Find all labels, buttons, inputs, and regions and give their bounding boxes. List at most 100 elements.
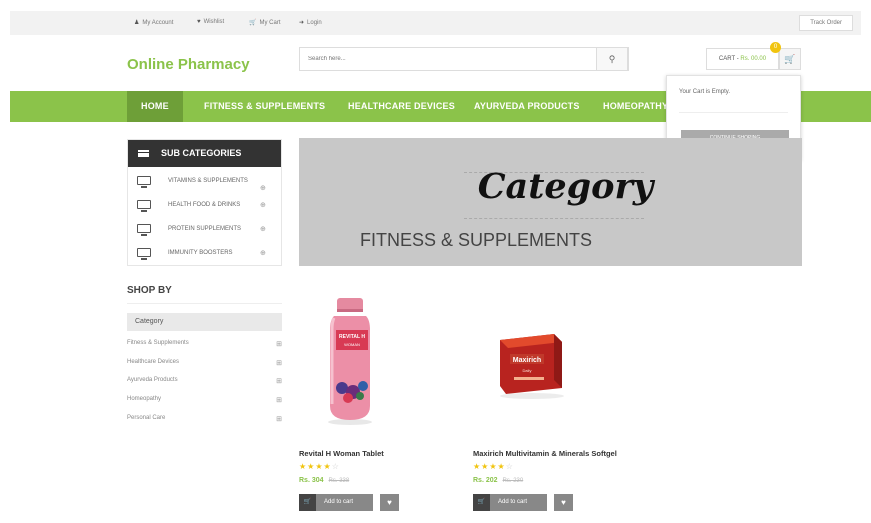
product-rating: ★★★★☆: [299, 462, 340, 471]
price-current: Rs. 202: [473, 477, 498, 484]
star-icon: ★: [489, 462, 498, 471]
my-cart-label: My Cart: [259, 20, 281, 26]
product-price: Rs. 202 Rs. 230: [473, 477, 523, 484]
heart-icon: ♥: [561, 498, 566, 507]
monitor-icon: [137, 248, 151, 260]
search-button[interactable]: ⚲: [596, 47, 628, 71]
product-rating: ★★★★☆: [473, 462, 514, 471]
filter-item-fitness[interactable]: Fitness & Supplements ⊞: [127, 340, 282, 352]
top-bar: ♟ My Account ♥ Wishlist 🛒 My Cart ➜ Login Tr…: [10, 11, 861, 35]
plus-square-icon[interactable]: ⊞: [276, 359, 282, 367]
cart-icon: 🛒: [784, 54, 796, 64]
wishlist-button[interactable]: ♥: [554, 494, 573, 511]
plus-circle-icon: ⊕: [260, 202, 266, 209]
add-to-cart-label: Add to cart: [324, 499, 354, 505]
star-empty-icon: ☆: [331, 462, 340, 471]
my-account-link[interactable]: ♟ My Account: [134, 19, 173, 26]
sidebar-item-vitamins[interactable]: VITAMINS & SUPPLEMENTS ⊕: [128, 170, 281, 194]
product-image-revital[interactable]: REVITAL H WOMAN: [320, 296, 380, 426]
sidebar-item-label: IMMUNITY BOOSTERS: [168, 250, 233, 256]
track-order-button[interactable]: Track Order: [799, 15, 853, 31]
nav-item-home[interactable]: HOME: [127, 91, 183, 122]
search-input[interactable]: [300, 48, 598, 70]
banner-title: Category: [477, 166, 654, 207]
plus-square-icon[interactable]: ⊞: [276, 340, 282, 348]
cart-icon: 🛒: [249, 20, 257, 26]
heart-icon: ♥: [387, 498, 392, 507]
divider: [679, 112, 788, 113]
price-current: Rs. 304: [299, 477, 324, 484]
login-icon: ➜: [299, 20, 305, 26]
star-icon: ★: [497, 462, 506, 471]
cart-icon: 🛒: [299, 494, 316, 511]
cart-button[interactable]: CART - Rs. 00.00: [706, 48, 779, 70]
star-icon: ★: [323, 462, 332, 471]
product-price: Rs. 304 Rs. 338: [299, 477, 349, 484]
sub-categories-header: SUB CATEGORIES: [128, 140, 281, 167]
filter-item-personal-care[interactable]: Personal Care ⊞: [127, 415, 282, 427]
sidebar-item-label: HEALTH FOOD & DRINKS: [168, 202, 241, 208]
cart-icon-button[interactable]: 🛒: [779, 48, 801, 70]
nav-item-ayurveda[interactable]: AYURVEDA PRODUCTS: [474, 91, 580, 122]
cart-amount: Rs. 00.00: [740, 56, 767, 62]
sidebar-item-health-food[interactable]: HEALTH FOOD & DRINKS ⊕: [128, 194, 281, 218]
plus-square-icon[interactable]: ⊞: [276, 396, 282, 404]
plus-circle-icon: ⊕: [260, 250, 266, 257]
nav-item-homeopathy[interactable]: HOMEOPATHY: [603, 91, 668, 122]
price-old: Rs. 230: [502, 478, 524, 484]
cart-label: CART -: [718, 56, 741, 62]
login-link[interactable]: ➜ Login: [299, 19, 322, 26]
filter-item-label: Healthcare Devices: [127, 359, 180, 365]
monitor-icon: [137, 224, 151, 236]
cart-empty-text: Your Cart is Empty.: [679, 89, 731, 95]
filter-item-label: Fitness & Supplements: [127, 340, 189, 346]
nav-item-fitness[interactable]: FITNESS & SUPPLEMENTS: [204, 91, 325, 122]
monitor-icon: [137, 200, 151, 212]
product-name[interactable]: Maxirich Multivitamin & Minerals Softgel: [473, 449, 617, 458]
sidebar-item-protein[interactable]: PROTEIN SUPPLEMENTS ⊕: [128, 218, 281, 242]
filter-item-label: Personal Care: [127, 415, 166, 421]
search-icon: ⚲: [608, 54, 616, 64]
sidebar-item-immunity[interactable]: IMMUNITY BOOSTERS ⊕: [128, 242, 281, 266]
banner-decoration: [464, 218, 644, 219]
filter-item-label: Homeopathy: [127, 396, 162, 402]
add-to-cart-label: Add to cart: [498, 499, 528, 505]
plus-square-icon[interactable]: ⊞: [276, 377, 282, 385]
sub-categories-panel: SUB CATEGORIES VITAMINS & SUPPLEMENTS ⊕ H…: [127, 139, 282, 266]
product-name[interactable]: Revital H Woman Tablet: [299, 449, 384, 458]
login-label: Login: [307, 20, 322, 26]
cart-icon: 🛒: [473, 494, 490, 511]
search-box: ⚲: [299, 47, 629, 71]
plus-circle-icon: ⊕: [260, 226, 266, 233]
product-image-maxirich[interactable]: Maxirich Daily: [492, 322, 572, 400]
divider: [127, 303, 282, 304]
nav-item-healthcare[interactable]: HEALTHCARE DEVICES: [348, 91, 455, 122]
category-filter-header: Category: [127, 313, 282, 331]
price-old: Rs. 338: [328, 478, 350, 484]
wishlist-button[interactable]: ♥: [380, 494, 399, 511]
banner-subtitle: FITNESS & SUPPLEMENTS: [360, 230, 593, 250]
sidebar-item-label: VITAMINS & SUPPLEMENTS: [168, 178, 248, 184]
plus-circle-icon: ⊕: [260, 185, 266, 192]
filter-item-ayurveda[interactable]: Ayurveda Products ⊞: [127, 377, 282, 389]
add-to-cart-button[interactable]: 🛒 Add to cart: [299, 494, 373, 511]
filter-item-homeopathy[interactable]: Homeopathy ⊞: [127, 396, 282, 408]
plus-square-icon[interactable]: ⊞: [276, 415, 282, 423]
monitor-icon: [137, 176, 151, 188]
wishlist-link[interactable]: ♥ Wishlist: [197, 19, 224, 25]
site-logo[interactable]: Online Pharmacy: [127, 56, 250, 73]
star-icon: ★: [299, 462, 308, 471]
product-image-brand: REVITAL H: [339, 334, 365, 340]
sub-categories-title: SUB CATEGORIES: [161, 148, 242, 158]
add-to-cart-button[interactable]: 🛒 Add to cart: [473, 494, 547, 511]
sidebar-item-label: PROTEIN SUPPLEMENTS: [168, 226, 242, 232]
filter-item-label: Ayurveda Products: [127, 377, 178, 383]
user-icon: ♟: [134, 20, 140, 26]
product-image-sub: WOMAN: [344, 342, 360, 347]
menu-icon: [138, 150, 149, 157]
star-icon: ★: [473, 462, 482, 471]
star-icon: ★: [315, 462, 324, 471]
shop-by-title: SHOP BY: [127, 285, 172, 296]
filter-item-healthcare[interactable]: Healthcare Devices ⊞: [127, 359, 282, 371]
my-cart-link[interactable]: 🛒 My Cart: [249, 19, 280, 26]
